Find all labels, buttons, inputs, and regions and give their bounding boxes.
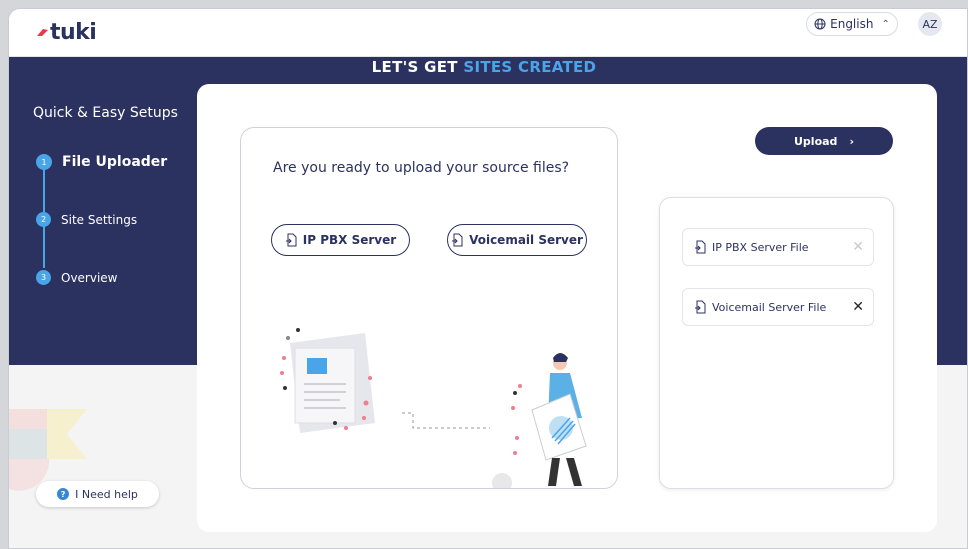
step-label: Overview (61, 270, 118, 285)
close-icon[interactable]: ✕ (852, 299, 864, 315)
logo-text: tuki (50, 19, 97, 45)
voicemail-server-label: Voicemail Server (469, 233, 583, 247)
ip-pbx-server-button[interactable]: IP PBX Server (271, 224, 410, 256)
language-selector[interactable]: English ⌃ (806, 12, 898, 36)
avatar[interactable]: AZ (918, 12, 942, 36)
ip-pbx-server-label: IP PBX Server (302, 233, 397, 247)
question-circle-icon: ? (57, 488, 70, 500)
help-label: I Need help (75, 487, 138, 501)
close-icon[interactable]: ✕ (852, 239, 864, 255)
file-item-label: Voicemail Server File (712, 300, 827, 314)
step-file-uploader[interactable]: 1 File Uploader (36, 154, 167, 170)
file-upload-icon (695, 240, 706, 254)
upload-label: Upload (794, 134, 838, 148)
help-button[interactable]: ? I Need help (36, 481, 159, 507)
voicemail-server-button[interactable]: Voicemail Server (447, 224, 587, 256)
step-number: 3 (36, 270, 51, 285)
step-number: 2 (36, 212, 51, 227)
file-item-ip-pbx: IP PBX Server File ✕ (682, 228, 874, 266)
page-title: LET'S GET SITES CREATED (0, 58, 968, 76)
language-label: English (830, 17, 874, 31)
file-upload-icon (452, 233, 463, 247)
sidebar-heading: Quick & Easy Setups (33, 105, 178, 121)
upload-illustration (280, 328, 587, 488)
file-item-voicemail: Voicemail Server File ✕ (682, 288, 874, 326)
chevron-up-icon: ⌃ (881, 18, 890, 30)
step-label: File Uploader (62, 154, 168, 170)
file-item-label: IP PBX Server File (712, 240, 809, 254)
file-upload-icon (285, 233, 297, 247)
upload-question: Are you ready to upload your source file… (273, 160, 570, 176)
globe-icon (814, 18, 826, 30)
upload-button[interactable]: Upload › (755, 127, 893, 155)
chevron-right-icon: › (849, 134, 854, 148)
page-title-accent: SITES CREATED (463, 58, 597, 76)
page-title-prefix: LET'S GET (371, 58, 464, 76)
file-upload-icon (695, 300, 706, 314)
step-site-settings[interactable]: 2 Site Settings (36, 212, 137, 227)
logo-mark-icon (37, 29, 48, 36)
step-label: Site Settings (61, 212, 138, 227)
logo[interactable]: tuki (35, 19, 97, 45)
step-number: 1 (36, 154, 52, 170)
step-overview[interactable]: 3 Overview (36, 270, 118, 285)
